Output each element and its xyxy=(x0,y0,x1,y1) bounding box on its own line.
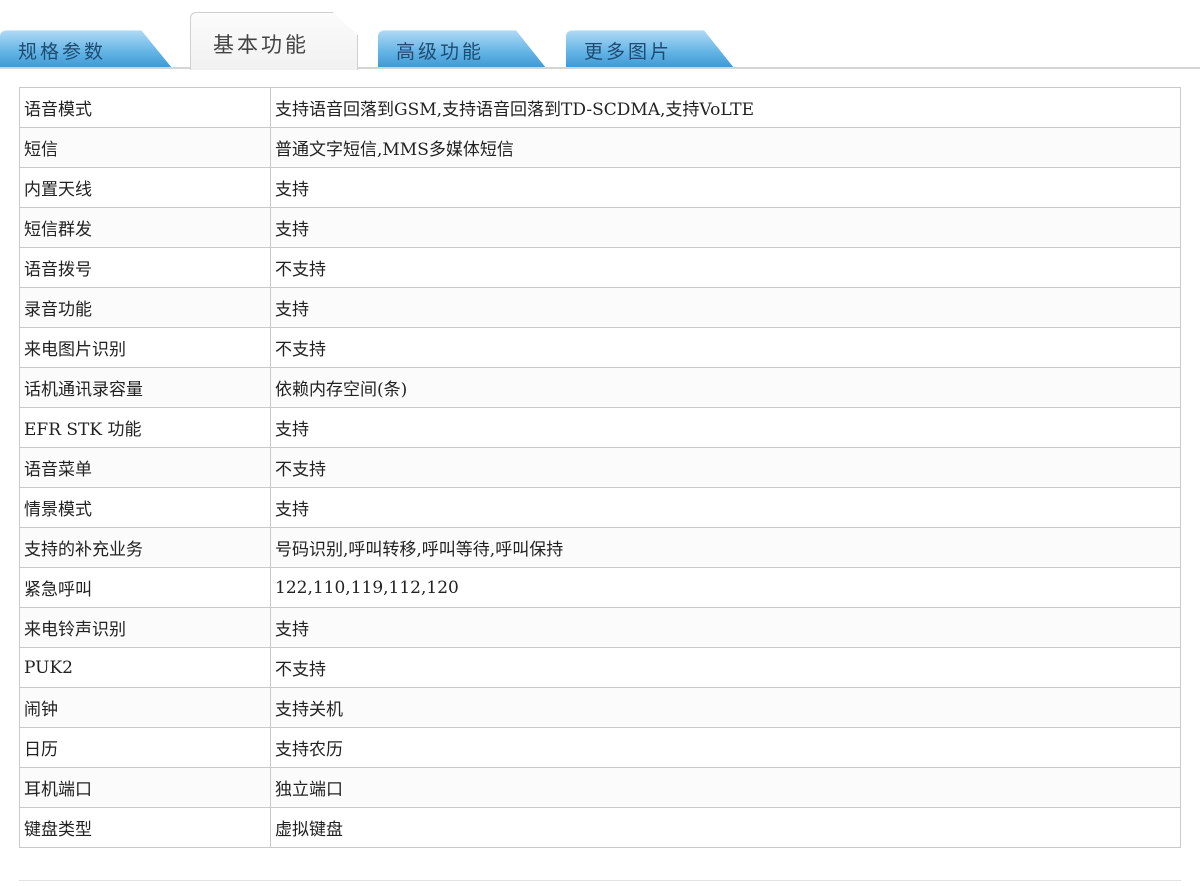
table-row: 耳机端口 独立端口 xyxy=(19,767,1181,808)
table-row: 录音功能 支持 xyxy=(19,287,1181,328)
row-value: 不支持 xyxy=(270,647,1181,688)
table-row: 话机通讯录容量 依赖内存空间(条) xyxy=(19,367,1181,408)
table-row: 来电铃声识别 支持 xyxy=(19,607,1181,648)
row-label: 来电图片识别 xyxy=(19,327,271,368)
row-label: 支持的补充业务 xyxy=(19,527,271,568)
row-label: PUK2 xyxy=(19,647,271,688)
row-label: EFR STK 功能 xyxy=(19,407,271,448)
tab-bar: 规格参数 基本功能 高级功能 更多图片 xyxy=(0,0,1200,70)
table-row: 日历 支持农历 xyxy=(19,727,1181,768)
row-value: 支持农历 xyxy=(270,727,1181,768)
row-value: 支持 xyxy=(270,407,1181,448)
row-value: 依赖内存空间(条) xyxy=(270,367,1181,408)
row-label: 语音拨号 xyxy=(19,247,271,288)
table-row: 语音模式 支持语音回落到GSM,支持语音回落到TD-SCDMA,支持VoLTE xyxy=(19,87,1181,128)
table-row: 情景模式 支持 xyxy=(19,487,1181,528)
table-bottom-divider xyxy=(19,880,1181,881)
tab-bar-divider xyxy=(0,67,1200,69)
table-row: 语音菜单 不支持 xyxy=(19,447,1181,488)
row-value: 支持 xyxy=(270,607,1181,648)
row-value: 独立端口 xyxy=(270,767,1181,808)
basic-features-table: 语音模式 支持语音回落到GSM,支持语音回落到TD-SCDMA,支持VoLTE 短… xyxy=(19,87,1181,848)
row-label: 短信群发 xyxy=(19,207,271,248)
table-row: PUK2 不支持 xyxy=(19,647,1181,688)
row-label: 来电铃声识别 xyxy=(19,607,271,648)
row-value: 支持 xyxy=(270,207,1181,248)
row-value: 122,110,119,112,120 xyxy=(270,567,1181,608)
row-value: 支持语音回落到GSM,支持语音回落到TD-SCDMA,支持VoLTE xyxy=(270,87,1181,128)
row-label: 紧急呼叫 xyxy=(19,567,271,608)
row-value: 号码识别,呼叫转移,呼叫等待,呼叫保持 xyxy=(270,527,1181,568)
row-label: 日历 xyxy=(19,727,271,768)
table-row: 内置天线 支持 xyxy=(19,167,1181,208)
row-label: 语音菜单 xyxy=(19,447,271,488)
row-value: 不支持 xyxy=(270,447,1181,488)
row-value: 虚拟键盘 xyxy=(270,807,1181,848)
table-row: 支持的补充业务 号码识别,呼叫转移,呼叫等待,呼叫保持 xyxy=(19,527,1181,568)
table-row: 来电图片识别 不支持 xyxy=(19,327,1181,368)
table-row: 闹钟 支持关机 xyxy=(19,687,1181,728)
tab-advanced-features-label: 高级功能 xyxy=(396,41,485,63)
tab-specs-label: 规格参数 xyxy=(18,41,107,63)
row-label: 键盘类型 xyxy=(19,807,271,848)
row-value: 不支持 xyxy=(270,247,1181,288)
row-label: 耳机端口 xyxy=(19,767,271,808)
row-value: 普通文字短信,MMS多媒体短信 xyxy=(270,127,1181,168)
table-row: 语音拨号 不支持 xyxy=(19,247,1181,288)
row-label: 短信 xyxy=(19,127,271,168)
tab-more-images[interactable]: 更多图片 xyxy=(566,30,734,68)
row-value: 支持 xyxy=(270,487,1181,528)
row-label: 内置天线 xyxy=(19,167,271,208)
row-label: 闹钟 xyxy=(19,687,271,728)
row-value: 支持 xyxy=(270,287,1181,328)
table-row: EFR STK 功能 支持 xyxy=(19,407,1181,448)
tab-advanced-features[interactable]: 高级功能 xyxy=(378,30,546,68)
row-label: 话机通讯录容量 xyxy=(19,367,271,408)
table-row: 紧急呼叫 122,110,119,112,120 xyxy=(19,567,1181,608)
row-label: 情景模式 xyxy=(19,487,271,528)
row-value: 支持 xyxy=(270,167,1181,208)
row-label: 录音功能 xyxy=(19,287,271,328)
row-label: 语音模式 xyxy=(19,87,271,128)
table-row: 短信群发 支持 xyxy=(19,207,1181,248)
table-row: 键盘类型 虚拟键盘 xyxy=(19,807,1181,848)
tab-more-images-label: 更多图片 xyxy=(584,41,673,63)
tab-basic-features[interactable]: 基本功能 xyxy=(190,12,358,70)
table-row: 短信 普通文字短信,MMS多媒体短信 xyxy=(19,127,1181,168)
tab-specs[interactable]: 规格参数 xyxy=(0,30,172,68)
row-value: 不支持 xyxy=(270,327,1181,368)
row-value: 支持关机 xyxy=(270,687,1181,728)
tab-basic-features-label: 基本功能 xyxy=(213,33,309,57)
